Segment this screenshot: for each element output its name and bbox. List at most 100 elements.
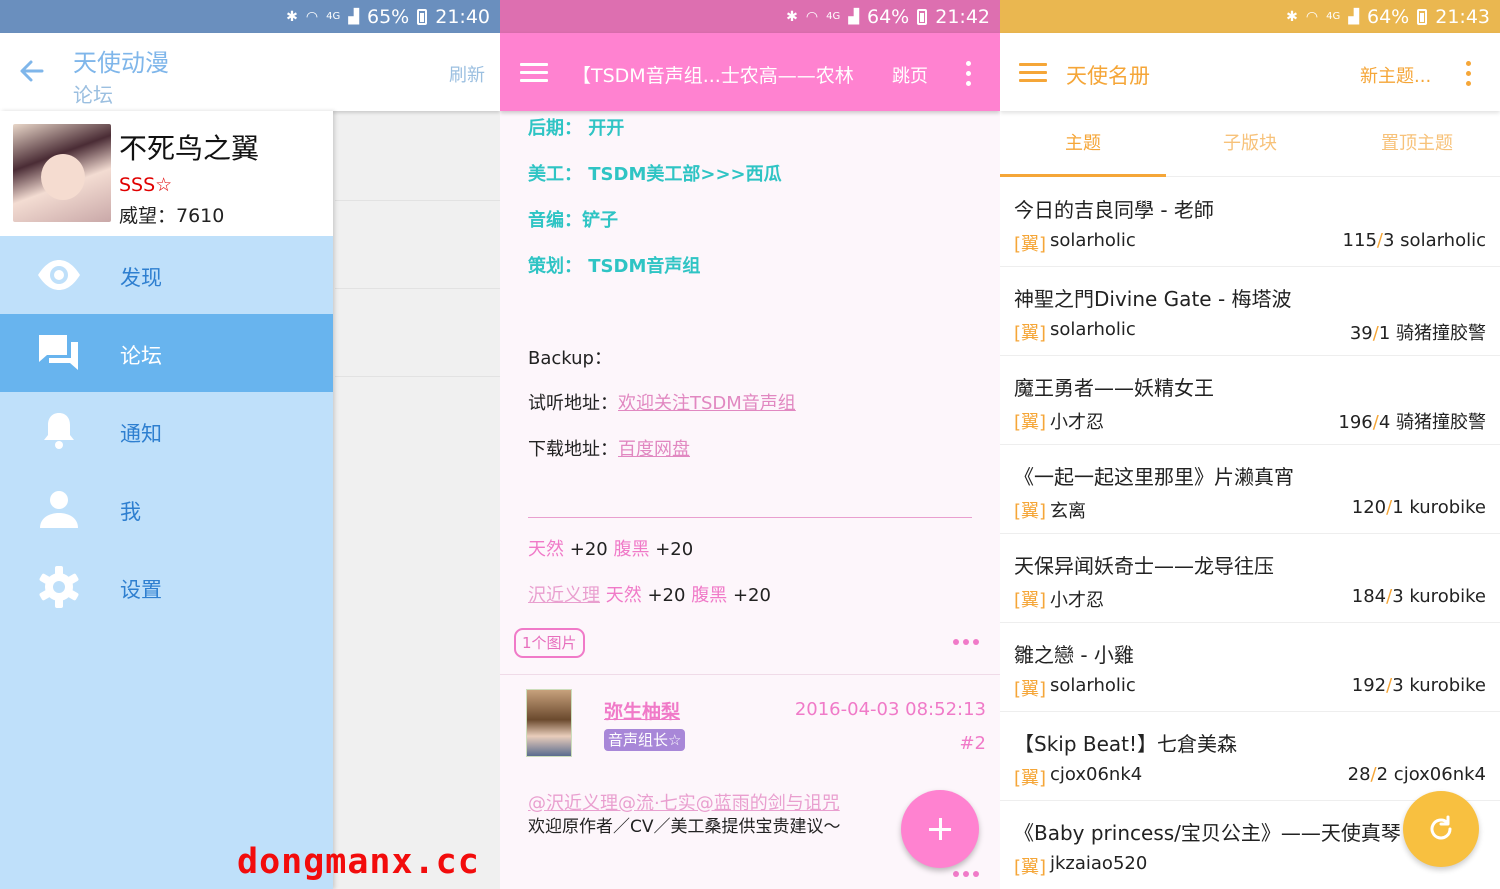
topic-row[interactable]: 《一起一起这里那里》片濑真宵 [翼] 玄离 120/1 kurobike xyxy=(1000,445,1500,534)
topic-author: 小才忍 xyxy=(1050,590,1104,611)
backup-label: Backup： xyxy=(528,348,612,369)
reply-fab-plus-icon[interactable] xyxy=(901,790,979,868)
bell-icon xyxy=(44,413,74,449)
topic-row[interactable]: 魔王勇者——妖精女王 [翼] 小才忍 196/4 骑猪撞胶警 xyxy=(1000,356,1500,445)
topic-stats: 115/3 solarholic xyxy=(1342,230,1486,251)
menu-label: 设置 xyxy=(120,578,162,602)
topic-author: jkzaiao520 xyxy=(1050,853,1148,874)
listen-label: 试听地址： xyxy=(528,393,618,414)
topic-row[interactable]: 今日的吉良同學 - 老師 [翼] solarholic 115/3 solarh… xyxy=(1000,178,1500,267)
signal-icon: ▟ xyxy=(848,8,859,25)
menu-label: 论坛 xyxy=(120,344,162,368)
menu-item-notifications[interactable]: 通知 xyxy=(0,392,333,470)
topic-title: 今日的吉良同學 - 老師 xyxy=(1014,198,1214,222)
topic-flag: [翼] xyxy=(1014,323,1047,344)
tab-bar: 主题 子版块 置顶主题 xyxy=(1000,111,1500,177)
topic-author: 小才忍 xyxy=(1050,412,1104,433)
rating-value: +20 xyxy=(732,585,771,606)
menu-item-settings[interactable]: 设置 xyxy=(0,548,333,626)
topic-flag: [翼] xyxy=(1014,590,1047,611)
forum-icon xyxy=(39,335,78,370)
avatar[interactable] xyxy=(526,689,572,757)
topic-title: 天保异闻妖奇士——龙导往压 xyxy=(1014,554,1274,578)
topic-author: solarholic xyxy=(1050,230,1136,251)
rating-tag: 腹黑 xyxy=(613,539,650,560)
topic-flag: [翼] xyxy=(1014,857,1047,878)
post-more-icon[interactable] xyxy=(953,639,979,645)
download-label: 下载地址： xyxy=(528,439,618,460)
person-icon xyxy=(40,491,78,528)
topic-row[interactable]: 雛之戀 - 小雞 [翼] solarholic 192/3 kurobike xyxy=(1000,623,1500,712)
refresh-button[interactable]: 刷新 xyxy=(449,61,485,87)
topic-title: 神聖之門Divine Gate - 梅塔波 xyxy=(1014,287,1292,311)
download-link[interactable]: 百度网盘 xyxy=(618,439,690,460)
user-role-badge: 音声组长☆ xyxy=(604,729,686,751)
topic-row[interactable]: 【Skip Beat!】七倉美森 [翼] cjox06nk4 28/2 cjox… xyxy=(1000,712,1500,801)
rating-tag: 天然 xyxy=(605,585,642,606)
bluetooth-icon: ✱ xyxy=(1286,8,1298,25)
rating-user-link[interactable]: 沢近义理 xyxy=(528,585,600,606)
toolbar-title: 天使动漫 xyxy=(73,49,169,77)
wifi-icon: ◠ xyxy=(305,8,319,25)
topic-title: 《一起一起这里那里》片濑真宵 xyxy=(1014,465,1294,489)
topic-stats: 192/3 kurobike xyxy=(1351,675,1486,696)
menu-item-me[interactable]: 我 xyxy=(0,470,333,548)
topic-stats: 39/1 骑猪撞胶警 xyxy=(1349,323,1486,344)
reply-author[interactable]: 弥生柚梨 xyxy=(604,697,680,724)
menu-icon[interactable] xyxy=(1019,63,1047,83)
credit-line: 后期： 开开 xyxy=(528,118,625,139)
topic-row[interactable]: 神聖之門Divine Gate - 梅塔波 [翼] solarholic 39/… xyxy=(1000,267,1500,356)
refresh-icon xyxy=(1430,815,1452,840)
avatar[interactable] xyxy=(13,124,111,222)
refresh-fab[interactable] xyxy=(1403,791,1479,867)
battery-icon xyxy=(917,8,928,25)
topic-flag: [翼] xyxy=(1014,679,1047,700)
battery-icon xyxy=(1417,8,1428,25)
wifi-icon: ◠ xyxy=(1305,8,1319,25)
status-bar: ✱ ◠ 4G ▟ 65% 21:40 xyxy=(0,0,500,33)
listen-link[interactable]: 欢迎关注TSDM音声组 xyxy=(618,393,796,414)
image-count-badge[interactable]: 1个图片 xyxy=(514,628,585,658)
overflow-menu-icon[interactable] xyxy=(1466,61,1472,87)
topic-author: solarholic xyxy=(1050,675,1136,696)
panel-thread-view: ✱ ◠ 4G ▟ 64% 21:42 【TSDM音声组...士农高——农林 跳页… xyxy=(500,0,1000,889)
tab-topics[interactable]: 主题 xyxy=(1000,111,1166,177)
clock: 21:43 xyxy=(1435,5,1490,28)
topic-flag: [翼] xyxy=(1014,768,1047,789)
topic-title: 《Baby princess/宝贝公主》——天使真琴 xyxy=(1014,821,1401,845)
new-topic-button[interactable]: 新主题... xyxy=(1360,62,1431,88)
post-more-icon[interactable] xyxy=(953,871,979,877)
menu-item-forum[interactable]: 论坛 xyxy=(0,314,333,392)
menu-label: 发现 xyxy=(120,266,162,290)
back-arrow-icon[interactable] xyxy=(18,57,46,85)
network-icon: 4G xyxy=(1326,11,1341,22)
clock: 21:40 xyxy=(435,5,490,28)
rating-row: 沢近义理 天然 +20 腹黑 +20 xyxy=(528,581,771,607)
credit-line: 策划： TSDM音声组 xyxy=(528,256,701,277)
credit-line: 音编：铲子 xyxy=(528,210,618,231)
rating-tag: 天然 xyxy=(528,539,564,560)
tab-pinned[interactable]: 置顶主题 xyxy=(1334,111,1500,177)
reply-text: 欢迎原作者／CV／美工桑提供宝贵建议～ xyxy=(528,817,841,837)
rating-value: +20 xyxy=(647,585,686,606)
reply-date: 2016-04-03 08:52:13 xyxy=(794,699,986,720)
user-profile[interactable]: 不死鸟之翼 SSS☆ 威望：7610 xyxy=(0,111,333,236)
menu-icon[interactable] xyxy=(520,63,548,83)
toolbar: 天使名册 新主题... xyxy=(1000,33,1500,111)
rating-tag: 腹黑 xyxy=(691,585,728,606)
toolbar: 天使动漫 论坛 刷新 xyxy=(0,33,500,111)
topic-row[interactable]: 天保异闻妖奇士——龙导往压 [翼] 小才忍 184/3 kurobike xyxy=(1000,534,1500,623)
tab-subforums[interactable]: 子版块 xyxy=(1167,111,1333,177)
topic-title: 魔王勇者——妖精女王 xyxy=(1014,376,1214,400)
topic-flag: [翼] xyxy=(1014,234,1047,255)
topic-stats: 120/1 kurobike xyxy=(1351,497,1486,518)
overflow-menu-icon[interactable] xyxy=(966,61,972,87)
menu-item-discover[interactable]: 发现 xyxy=(0,236,333,314)
watermark: dongmanx.cc xyxy=(237,842,480,882)
topic-author: 玄离 xyxy=(1050,501,1086,522)
topic-stats: 184/3 kurobike xyxy=(1351,586,1486,607)
user-name: 不死鸟之翼 xyxy=(119,132,260,165)
jump-page-button[interactable]: 跳页 xyxy=(892,62,928,88)
navigation-drawer: 不死鸟之翼 SSS☆ 威望：7610 发现 论坛 通知 我 设置 xyxy=(0,111,333,889)
rating-value: +20 xyxy=(655,539,694,560)
